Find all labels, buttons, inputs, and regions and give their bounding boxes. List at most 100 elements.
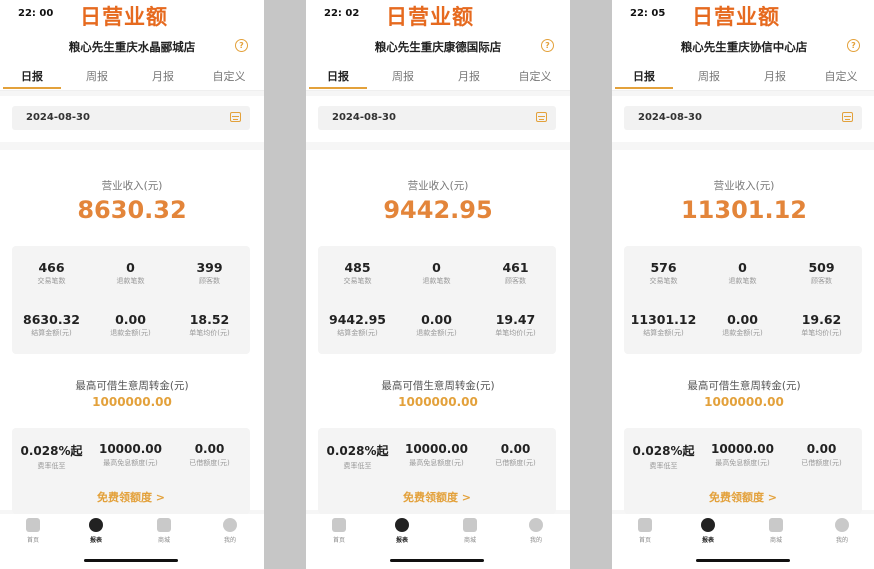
nav-profile[interactable]: 我的 [210,518,250,544]
credit-used: 0.00 已借额度(元) [476,442,555,468]
stats-grid: 485 交易笔数 0 退款笔数 461 顾客数 9442.95 结算金额(元) … [318,246,556,354]
credit-limit-label: 最高免息额度(元) [715,459,770,467]
stat-refund-amount: 0.00 退款金额(元) [91,312,170,338]
credit-rate-value: 0.028%起 [20,444,83,458]
stat-value: 18.52 [189,312,230,327]
report-tabs: 日报 周报 月报 自定义 [0,60,264,91]
tab-custom[interactable]: 自定义 [811,68,871,84]
credit-limit-value: 10000.00 [404,442,468,456]
tab-daily[interactable]: 日报 [308,68,368,84]
report-tabs: 日报 周报 月报 自定义 [306,60,570,91]
nav-profile[interactable]: 我的 [516,518,556,544]
stat-value: 0.00 [115,312,146,327]
nav-profile[interactable]: 我的 [822,518,862,544]
status-time: 22: 05 [630,8,666,19]
credit-rate: 0.028%起 费率低至 [318,442,397,471]
capital-value: 1000000.00 [704,395,784,409]
user-icon [835,518,849,532]
date-value: 2024-08-30 [332,112,396,123]
tab-custom[interactable]: 自定义 [199,68,259,84]
help-icon[interactable]: ? [847,39,860,52]
nav-mall[interactable]: 商城 [144,518,184,544]
stat-label: 退款笔数 [116,277,145,285]
tab-weekly[interactable]: 周报 [373,68,433,84]
date-value: 2024-08-30 [638,112,702,123]
stat-trade-count: 576 交易笔数 [624,260,703,286]
home-icon [26,518,40,532]
stat-value: 0 [432,260,441,275]
stat-label: 交易笔数 [37,277,66,285]
revenue-value: 9442.95 [383,196,493,224]
tab-monthly[interactable]: 月报 [133,68,193,84]
tab-weekly[interactable]: 周报 [679,68,739,84]
store-name[interactable]: 粮心先生重庆协信中心店 [612,39,874,55]
nav-reports[interactable]: 报表 [382,518,422,544]
store-icon [463,518,477,532]
calendar-icon[interactable] [842,112,853,122]
nav-label: 我的 [835,537,848,544]
credit-limit: 10000.00 最高免息额度(元) [397,442,476,468]
help-icon[interactable]: ? [541,39,554,52]
nav-home[interactable]: 首页 [13,518,53,544]
stat-label: 退款金额(元) [722,329,763,337]
tab-daily[interactable]: 日报 [2,68,62,84]
date-picker[interactable]: 2024-08-30 [318,106,556,130]
store-name[interactable]: 粮心先生重庆康德国际店 [306,39,570,55]
stat-value: 485 [344,260,371,275]
stat-trade-count: 485 交易笔数 [318,260,397,286]
nav-home[interactable]: 首页 [625,518,665,544]
free-credit-button[interactable]: 免费领额度 > [318,489,556,505]
stat-value: 0.00 [421,312,452,327]
calendar-icon[interactable] [536,112,547,122]
stat-value: 466 [38,260,65,275]
overlay-title: 日营业额 [692,5,780,29]
date-picker[interactable]: 2024-08-30 [12,106,250,130]
capital-value: 1000000.00 [398,395,478,409]
tab-custom[interactable]: 自定义 [505,68,565,84]
tab-daily[interactable]: 日报 [614,68,674,84]
stat-value: 9442.95 [329,312,386,327]
nav-label: 首页 [332,537,345,544]
tab-weekly[interactable]: 周报 [67,68,127,84]
free-credit-button[interactable]: 免费领额度 > [12,489,250,505]
date-picker[interactable]: 2024-08-30 [624,106,862,130]
capital-label: 最高可借生意周转金(元) [381,380,495,392]
capital-value: 1000000.00 [92,395,172,409]
stat-value: 576 [650,260,677,275]
store-name[interactable]: 粮心先生重庆水晶郦城店 [0,39,264,55]
stat-avg-per-order: 19.47 单笔均价(元) [476,312,555,338]
phone-screen: 22: 02 日营业额 粮心先生重庆康德国际店 ? 日报 周报 月报 自定义 2… [306,0,570,569]
calendar-icon[interactable] [230,112,241,122]
credit-used-value: 0.00 [500,442,531,456]
nav-mall[interactable]: 商城 [450,518,490,544]
nav-home[interactable]: 首页 [319,518,359,544]
help-icon[interactable]: ? [235,39,248,52]
nav-mall[interactable]: 商城 [756,518,796,544]
nav-label: 商城 [769,537,782,544]
tab-monthly[interactable]: 月报 [745,68,805,84]
stat-label: 结算金额(元) [337,329,378,337]
stat-label: 退款笔数 [728,277,757,285]
bottom-nav: 首页 报表 商城 我的 [0,514,264,569]
stat-value: 509 [808,260,835,275]
capital-label: 最高可借生意周转金(元) [75,380,189,392]
stat-value: 11301.12 [630,312,697,327]
stat-avg-per-order: 19.62 单笔均价(元) [782,312,861,338]
nav-label: 报表 [89,537,102,544]
credit-used-label: 已借额度(元) [189,459,230,467]
stat-value: 8630.32 [23,312,80,327]
credit-card: 0.028%起 费率低至 10000.00 最高免息额度(元) 0.00 已借额… [318,428,556,514]
store-icon [157,518,171,532]
stat-value: 399 [196,260,223,275]
tab-monthly[interactable]: 月报 [439,68,499,84]
nav-reports[interactable]: 报表 [688,518,728,544]
stat-label: 交易笔数 [649,277,678,285]
nav-reports[interactable]: 报表 [76,518,116,544]
stat-value: 461 [502,260,529,275]
stat-avg-per-order: 18.52 单笔均价(元) [170,312,249,338]
status-bar: 22: 02 日营业额 [306,0,570,32]
free-credit-button[interactable]: 免费领额度 > [624,489,862,505]
nav-label: 首页 [26,537,39,544]
credit-card: 0.028%起 费率低至 10000.00 最高免息额度(元) 0.00 已借额… [624,428,862,514]
stat-label: 顾客数 [811,277,832,285]
